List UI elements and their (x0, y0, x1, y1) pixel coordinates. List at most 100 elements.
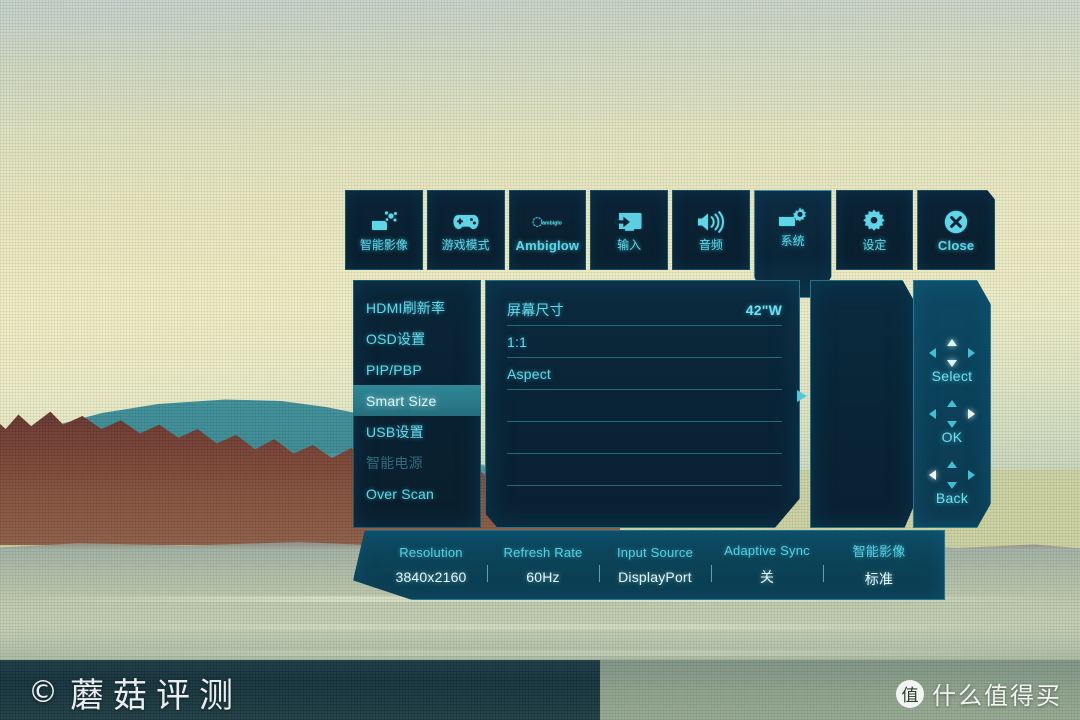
menu-item-usb-settings[interactable]: USB设置 (353, 416, 481, 447)
arrow-down-icon (947, 420, 957, 428)
osd-options-list: 屏幕尺寸 42"W 1:1 Aspect (485, 280, 800, 528)
arrow-down-icon (947, 481, 957, 489)
option-label: 1:1 (507, 333, 528, 350)
osd-nav-controls: Select OK Back (913, 280, 991, 528)
arrow-up-icon (947, 460, 957, 468)
tab-label: Ambiglow (515, 237, 580, 253)
status-value: DisplayPort (618, 569, 692, 585)
menu-item-label: 智能电源 (366, 454, 423, 471)
tab-smart-image[interactable]: 智能影像 (345, 190, 423, 270)
status-value: 标准 (864, 571, 894, 587)
option-row-aspect[interactable]: Aspect (507, 358, 782, 390)
speaker-icon (696, 209, 726, 235)
status-input-source: Input Source DisplayPort (599, 538, 711, 592)
dpad-select-icon (929, 338, 975, 367)
nav-label-ok: OK (941, 428, 963, 445)
nav-label-select: Select (931, 367, 973, 384)
input-source-icon (614, 209, 644, 235)
osd-status-items: Resolution 3840x2160 Refresh Rate 60Hz I… (353, 530, 945, 600)
dpad-ok-icon (929, 399, 975, 428)
menu-item-label: HDMI刷新率 (366, 299, 446, 316)
arrow-left-icon (929, 469, 936, 480)
status-resolution: Resolution 3840x2160 (375, 538, 487, 592)
status-refresh-rate: Refresh Rate 60Hz (487, 538, 599, 592)
status-key: Resolution (399, 545, 463, 560)
menu-item-label: Smart Size (366, 392, 437, 409)
menu-item-smart-power: 智能电源 (353, 447, 481, 478)
osd-submenu-panel (810, 280, 915, 528)
svg-text:ambiglow: ambiglow (543, 220, 563, 226)
menu-item-label: Over Scan (366, 485, 434, 502)
status-key: 智能影像 (852, 544, 906, 559)
tab-setup[interactable]: 设定 (835, 190, 914, 270)
ambiglow-icon: ambiglow (532, 209, 562, 235)
watermark-right-text: 什么值得买 (932, 682, 1062, 710)
status-value: 关 (759, 569, 775, 585)
settings-gear-icon (859, 209, 889, 235)
arrow-down-icon (947, 359, 957, 367)
menu-item-osd-settings[interactable]: OSD设置 (353, 323, 481, 354)
option-value: 42"W (745, 301, 782, 318)
arrow-left-icon (929, 347, 936, 358)
watermark-left-text: 蘑菇评测 (70, 676, 242, 716)
arrow-left-icon (929, 408, 936, 419)
tab-label: 设定 (862, 238, 887, 252)
tab-label: 输入 (617, 238, 642, 252)
tab-label: 智能影像 (359, 238, 408, 252)
status-value: 60Hz (526, 569, 560, 585)
watermark-left: © 蘑菇评测 (28, 668, 242, 717)
tab-game-mode[interactable]: 游戏模式 (426, 190, 505, 270)
status-value: 3840x2160 (395, 569, 467, 585)
arrow-right-icon (968, 469, 975, 480)
osd-overlay: 智能影像 游戏模式 ambiglow (345, 190, 995, 615)
tab-label: Close (937, 237, 975, 253)
option-label: 屏幕尺寸 (507, 301, 564, 318)
arrow-up-icon (947, 338, 957, 346)
nav-group-select[interactable]: Select (929, 338, 975, 396)
nav-label-back: Back (935, 489, 969, 506)
osd-menu-list: HDMI刷新率 OSD设置 PIP/PBP Smart Size USB设置 智… (353, 280, 495, 528)
tab-label: 音频 (698, 238, 723, 252)
option-row-empty (507, 422, 782, 454)
nav-group-ok[interactable]: OK (929, 399, 975, 457)
option-label: Aspect (507, 365, 551, 382)
copyright-symbol: © (28, 675, 58, 710)
water-highlight (0, 650, 1080, 656)
option-row-1-to-1[interactable]: 1:1 (507, 326, 782, 358)
menu-item-label: USB设置 (366, 423, 424, 440)
system-gear-icon (778, 205, 808, 231)
menu-item-label: PIP/PBP (366, 361, 422, 378)
arrow-up-icon (947, 399, 957, 407)
menu-item-hdmi-refresh-rate[interactable]: HDMI刷新率 (353, 292, 481, 323)
dpad-back-icon (929, 460, 975, 489)
tab-ambiglow[interactable]: ambiglow Ambiglow (508, 190, 587, 270)
tab-close[interactable]: Close (917, 190, 995, 270)
option-row-empty (507, 454, 782, 486)
nav-group-back[interactable]: Back (929, 460, 975, 518)
status-adaptive-sync: Adaptive Sync 关 (711, 538, 823, 592)
menu-item-smart-size[interactable]: Smart Size (353, 385, 495, 416)
tab-label: 游戏模式 (441, 238, 490, 252)
osd-body: HDMI刷新率 OSD设置 PIP/PBP Smart Size USB设置 智… (345, 280, 995, 615)
menu-item-pip-pbp[interactable]: PIP/PBP (353, 354, 481, 385)
smzdm-logo-badge: 值 (896, 679, 924, 708)
menu-item-over-scan[interactable]: Over Scan (353, 478, 481, 509)
status-key: Refresh Rate (503, 545, 583, 560)
option-row-empty (507, 390, 782, 422)
status-key: Input Source (616, 545, 694, 560)
options-chevron-right-icon (797, 390, 807, 402)
arrow-right-icon (968, 347, 975, 358)
watermark-right: 值 什么值得买 (896, 676, 1062, 711)
tab-audio[interactable]: 音频 (672, 190, 750, 270)
tab-label: 系统 (780, 234, 805, 248)
arrow-right-icon (968, 408, 975, 419)
status-key: Adaptive Sync (724, 543, 810, 558)
close-circle-icon (941, 209, 971, 235)
tab-input[interactable]: 输入 (590, 190, 668, 270)
option-row-screen-size[interactable]: 屏幕尺寸 42"W (507, 294, 782, 326)
status-smart-image: 智能影像 标准 (823, 538, 935, 592)
osd-tab-strip: 智能影像 游戏模式 ambiglow (345, 190, 995, 298)
gamepad-icon (451, 209, 481, 235)
smart-image-icon (369, 209, 399, 235)
water-highlight (0, 624, 1080, 630)
